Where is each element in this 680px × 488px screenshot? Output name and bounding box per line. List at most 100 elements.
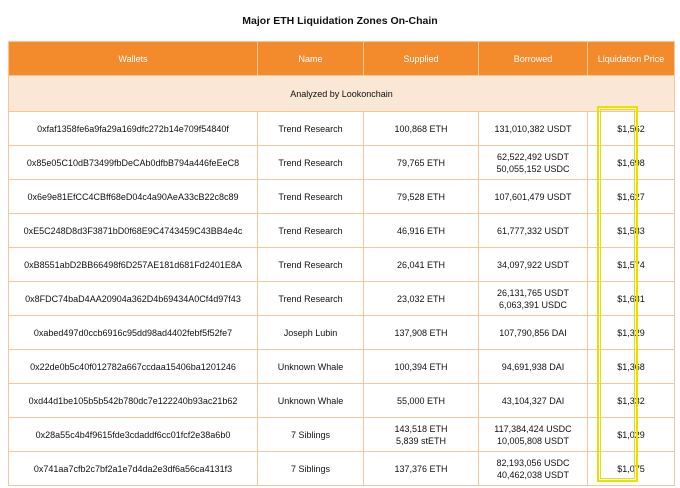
supplied-amount: 23,032 ETH [363, 281, 479, 316]
table-header-row: Wallets Name Supplied Borrowed Liquidati… [8, 41, 675, 76]
borrowed-amount-line: 50,055,152 USDC [496, 163, 570, 174]
header-liquidation-price: Liquidation Price [587, 41, 675, 76]
liquidation-price: $1,562 [587, 111, 675, 146]
wallet-name: Unknown Whale [257, 349, 364, 384]
supplied-amount: 79,528 ETH [363, 179, 479, 214]
liquidation-price: $1,627 [587, 179, 675, 214]
liquidation-price: $1,332 [587, 383, 675, 418]
supplied-amount: 55,000 ETH [363, 383, 479, 418]
borrowed-amount-line: 10,005,808 USDT [496, 435, 570, 446]
borrowed-amount: 34,097,922 USDT [478, 247, 588, 282]
liquidation-table: Wallets Name Supplied Borrowed Liquidati… [8, 41, 675, 486]
borrowed-amount: 82,193,056 USDC 40,462,038 USDT [478, 451, 588, 486]
supplied-amount-line: 55,000 ETH [396, 395, 446, 406]
wallet-name: Trend Research [257, 213, 364, 248]
borrowed-amount-line: 6,063,391 USDC [498, 299, 568, 310]
supplied-amount-line: 79,528 ETH [396, 191, 446, 202]
supplied-amount-line: 5,839 stETH [395, 435, 447, 446]
table-row: 0x6e9e81EfCC4CBff68eD04c4a90AeA33cB22c8c… [8, 179, 675, 214]
liquidation-price: $1,574 [587, 247, 675, 282]
wallet-address: 0x22de0b5c40f012782a667ccdaa15406ba12012… [8, 349, 258, 384]
supplied-amount: 100,394 ETH [363, 349, 479, 384]
borrowed-amount-line: 62,522,492 USDT [496, 151, 570, 162]
table-row: 0x8FDC74baD4AA20904a362D4b69434A0Cf4d97f… [8, 281, 675, 316]
wallet-address: 0x85e05C10dB73499fbDeCAb0dfbB794a446feEe… [8, 145, 258, 180]
wallet-address: 0x6e9e81EfCC4CBff68eD04c4a90AeA33cB22c8c… [8, 179, 258, 214]
header-borrowed: Borrowed [478, 41, 588, 76]
wallet-address: 0x741aa7cfb2c7bf2a1e7d4da2e3df6a56ca4131… [8, 451, 258, 486]
supplied-amount-line: 26,041 ETH [396, 259, 446, 270]
table-row: 0x741aa7cfb2c7bf2a1e7d4da2e3df6a56ca4131… [8, 451, 675, 486]
supplied-amount: 79,765 ETH [363, 145, 479, 180]
wallet-address: 0x8FDC74baD4AA20904a362D4b69434A0Cf4d97f… [8, 281, 258, 316]
supplied-amount-line: 100,394 ETH [394, 361, 448, 372]
wallet-name: Trend Research [257, 247, 364, 282]
borrowed-amount-line: 107,601,479 USDT [494, 191, 572, 202]
borrowed-amount-line: 61,777,332 USDT [496, 225, 570, 236]
wallet-address: 0xd44d1be105b5b542b780dc7e122240b93ac21b… [8, 383, 258, 418]
supplied-amount: 137,908 ETH [363, 315, 479, 350]
borrowed-amount-line: 94,691,938 DAI [501, 361, 565, 372]
wallet-name: Trend Research [257, 145, 364, 180]
borrowed-amount: 61,777,332 USDT [478, 213, 588, 248]
supplied-amount-line: 79,765 ETH [396, 157, 446, 168]
liquidation-price: $1,329 [587, 315, 675, 350]
borrowed-amount-line: 107,790,856 DAI [499, 327, 567, 338]
borrowed-amount: 107,601,479 USDT [478, 179, 588, 214]
liquidation-price: $1,029 [587, 417, 675, 452]
header-supplied: Supplied [363, 41, 479, 76]
supplied-amount-line: 137,376 ETH [394, 463, 448, 474]
table-row: 0xB8551abD2BB66498f6D257AE181d681Fd2401E… [8, 247, 675, 282]
borrowed-amount: 43,104,327 DAI [478, 383, 588, 418]
liquidation-price: $1,075 [587, 451, 675, 486]
table-row: 0xd44d1be105b5b542b780dc7e122240b93ac21b… [8, 383, 675, 418]
wallet-name: 7 Siblings [257, 417, 364, 452]
borrowed-amount-line: 34,097,922 USDT [496, 259, 570, 270]
borrowed-amount-line: 131,010,382 USDT [494, 123, 572, 134]
liquidation-price: $1,583 [587, 213, 675, 248]
table-row: 0x28a55c4b4f9615fde3cdaddf6cc01fcf2e38a6… [8, 417, 675, 452]
table-row: 0x22de0b5c40f012782a667ccdaa15406ba12012… [8, 349, 675, 384]
wallet-address: 0x28a55c4b4f9615fde3cdaddf6cc01fcf2e38a6… [8, 417, 258, 452]
table-row: 0xE5C248D8d3F3871bD0f68E9C4743459C43BB4e… [8, 213, 675, 248]
wallet-address: 0xfaf1358fe6a9fa29a169dfc272b14e709f5484… [8, 111, 258, 146]
borrowed-amount: 26,131,765 USDT 6,063,391 USDC [478, 281, 588, 316]
supplied-amount: 26,041 ETH [363, 247, 479, 282]
supplied-amount: 143,518 ETH 5,839 stETH [363, 417, 479, 452]
supplied-amount: 100,868 ETH [363, 111, 479, 146]
borrowed-amount-line: 117,384,424 USDC [494, 423, 572, 434]
borrowed-amount-line: 40,462,038 USDT [496, 469, 570, 480]
supplied-amount-line: 137,908 ETH [394, 327, 448, 338]
supplied-amount-line: 23,032 ETH [396, 293, 446, 304]
borrowed-amount-line: 26,131,765 USDT [496, 287, 570, 298]
wallet-name: 7 Siblings [257, 451, 364, 486]
supplied-amount: 46,916 ETH [363, 213, 479, 248]
wallet-name: Trend Research [257, 281, 364, 316]
borrowed-amount-line: 82,193,056 USDC [496, 457, 570, 468]
liquidation-price: $1,698 [587, 145, 675, 180]
analyzed-by-label: Analyzed by Lookonchain [8, 75, 675, 112]
table-row: 0x85e05C10dB73499fbDeCAb0dfbB794a446feEe… [8, 145, 675, 180]
header-name: Name [257, 41, 364, 76]
supplied-amount-line: 143,518 ETH [394, 423, 448, 434]
supplied-amount-line: 46,916 ETH [396, 225, 446, 236]
header-wallets: Wallets [8, 41, 258, 76]
table-row: 0xabed497d0ccb6916c95dd98ad4402febf5f52f… [8, 315, 675, 350]
analyzed-by-row: Analyzed by Lookonchain [8, 75, 675, 112]
borrowed-amount: 117,384,424 USDC 10,005,808 USDT [478, 417, 588, 452]
wallet-address: 0xabed497d0ccb6916c95dd98ad4402febf5f52f… [8, 315, 258, 350]
wallet-name: Unknown Whale [257, 383, 364, 418]
supplied-amount: 137,376 ETH [363, 451, 479, 486]
wallet-address: 0xE5C248D8d3F3871bD0f68E9C4743459C43BB4e… [8, 213, 258, 248]
borrowed-amount: 131,010,382 USDT [478, 111, 588, 146]
borrowed-amount-line: 43,104,327 DAI [501, 395, 565, 406]
wallet-name: Trend Research [257, 111, 364, 146]
liquidation-price: $1,368 [587, 349, 675, 384]
table-row: 0xfaf1358fe6a9fa29a169dfc272b14e709f5484… [8, 111, 675, 146]
borrowed-amount: 107,790,856 DAI [478, 315, 588, 350]
wallet-name: Trend Research [257, 179, 364, 214]
borrowed-amount: 94,691,938 DAI [478, 349, 588, 384]
supplied-amount-line: 100,868 ETH [394, 123, 448, 134]
wallet-address: 0xB8551abD2BB66498f6D257AE181d681Fd2401E… [8, 247, 258, 282]
borrowed-amount: 62,522,492 USDT 50,055,152 USDC [478, 145, 588, 180]
